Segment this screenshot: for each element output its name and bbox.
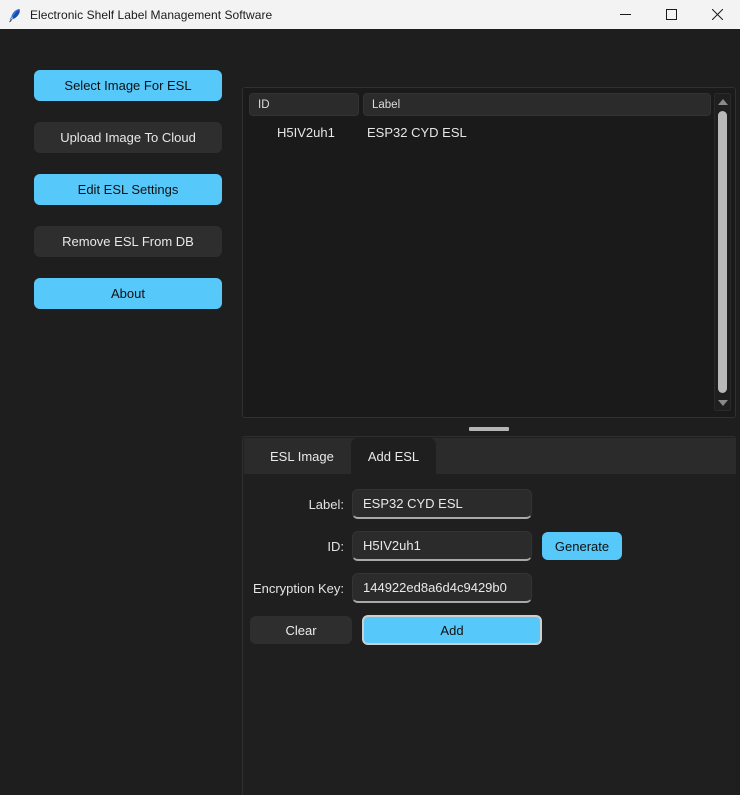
paned-area: ID Label H5IV2uh1 ESP32 CYD ESL ESL Imag… bbox=[242, 58, 736, 795]
label-input[interactable]: ESP32 CYD ESL bbox=[352, 489, 532, 519]
tab-esl-image[interactable]: ESL Image bbox=[253, 438, 351, 474]
column-header-label[interactable]: Label bbox=[363, 93, 711, 116]
close-icon[interactable] bbox=[694, 0, 740, 29]
scrollbar-track[interactable] bbox=[715, 109, 730, 395]
form-row-encryption-key: Encryption Key: 144922ed8a6d4c9429b0 bbox=[244, 572, 736, 604]
triangle-down-icon[interactable] bbox=[715, 395, 730, 410]
minimize-icon[interactable] bbox=[602, 0, 648, 29]
edit-esl-settings-button[interactable]: Edit ESL Settings bbox=[34, 174, 222, 205]
sidebar-item-label: Edit ESL Settings bbox=[77, 182, 179, 197]
cell-label: ESP32 CYD ESL bbox=[367, 124, 467, 140]
sidebar-item-label: Select Image For ESL bbox=[64, 78, 192, 93]
tab-add-esl[interactable]: Add ESL bbox=[350, 438, 437, 474]
upload-image-to-cloud-button[interactable]: Upload Image To Cloud bbox=[34, 122, 222, 153]
clear-button[interactable]: Clear bbox=[250, 616, 352, 644]
notebook-panel: ESL Image Add ESL Label: ESP32 CYD ESL I… bbox=[242, 436, 736, 795]
sidebar-item-label: Upload Image To Cloud bbox=[60, 130, 196, 145]
cell-id: H5IV2uh1 bbox=[277, 124, 335, 140]
sidebar-item-label: About bbox=[111, 286, 145, 301]
feather-icon bbox=[0, 0, 30, 29]
maximize-icon[interactable] bbox=[648, 0, 694, 29]
pane-splitter[interactable] bbox=[242, 422, 736, 436]
esl-table: ID Label H5IV2uh1 ESP32 CYD ESL bbox=[249, 93, 711, 411]
remove-esl-from-db-button[interactable]: Remove ESL From DB bbox=[34, 226, 222, 257]
column-header-id[interactable]: ID bbox=[249, 93, 359, 116]
tab-bar: ESL Image Add ESL bbox=[244, 438, 736, 474]
sidebar-item-label: Remove ESL From DB bbox=[62, 234, 194, 249]
table-row[interactable]: H5IV2uh1 ESP32 CYD ESL bbox=[249, 121, 711, 143]
app-body: Select Image For ESL Upload Image To Clo… bbox=[0, 29, 740, 795]
form-row-id: ID: H5IV2uh1 Generate bbox=[244, 530, 736, 562]
id-input[interactable]: H5IV2uh1 bbox=[352, 531, 532, 561]
scrollbar-thumb[interactable] bbox=[718, 111, 727, 393]
splitter-grip[interactable] bbox=[469, 427, 509, 431]
window-title: Electronic Shelf Label Management Softwa… bbox=[30, 7, 273, 22]
encryption-key-field-caption: Encryption Key: bbox=[252, 580, 344, 596]
esl-table-panel: ID Label H5IV2uh1 ESP32 CYD ESL bbox=[242, 87, 736, 418]
table-header-row: ID Label bbox=[249, 93, 711, 116]
add-esl-form: Label: ESP32 CYD ESL ID: H5IV2uh1 Genera… bbox=[244, 474, 736, 795]
table-body: H5IV2uh1 ESP32 CYD ESL bbox=[249, 121, 711, 143]
add-button[interactable]: Add bbox=[362, 615, 542, 645]
about-button[interactable]: About bbox=[34, 278, 222, 309]
tab-label: Add ESL bbox=[367, 448, 420, 464]
id-field-caption: ID: bbox=[327, 538, 344, 554]
vertical-scrollbar[interactable] bbox=[714, 93, 731, 411]
window-title-bar: Electronic Shelf Label Management Softwa… bbox=[0, 0, 740, 29]
generate-button[interactable]: Generate bbox=[542, 532, 622, 560]
label-field-caption: Label: bbox=[308, 496, 344, 512]
form-actions: Clear Add bbox=[244, 614, 736, 646]
encryption-key-input[interactable]: 144922ed8a6d4c9429b0 bbox=[352, 573, 532, 603]
form-row-label: Label: ESP32 CYD ESL bbox=[244, 488, 736, 520]
triangle-up-icon[interactable] bbox=[715, 94, 730, 109]
select-image-for-esl-button[interactable]: Select Image For ESL bbox=[34, 70, 222, 101]
tab-panel-add-esl: Label: ESP32 CYD ESL ID: H5IV2uh1 Genera… bbox=[244, 474, 736, 795]
tab-label: ESL Image bbox=[270, 448, 334, 464]
sidebar: Select Image For ESL Upload Image To Clo… bbox=[34, 70, 222, 330]
